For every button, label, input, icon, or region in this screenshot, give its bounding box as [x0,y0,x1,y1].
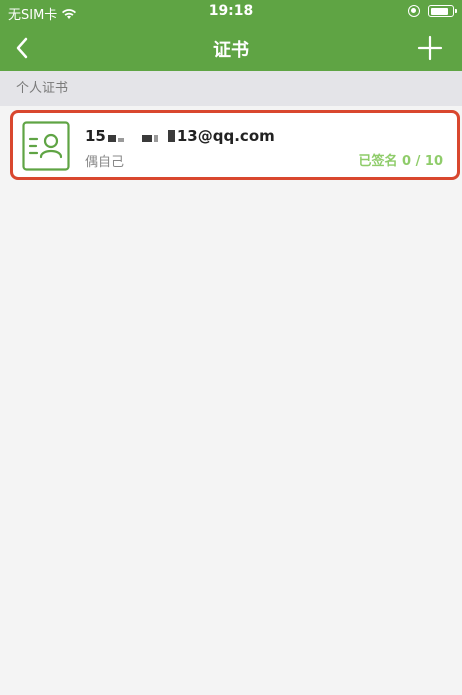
header: 无SIM卡 19:18 证书 [0,0,462,71]
status-time: 19:18 [208,3,254,19]
certificate-owner: 偶自己 [85,155,125,170]
orientation-lock-icon [408,5,420,17]
email-suffix: 13@qq.com [176,127,275,145]
status-bar: 无SIM卡 19:18 [0,0,462,26]
plus-icon [417,35,443,61]
email-redacted [107,130,175,142]
battery-icon [428,5,457,17]
section-header-personal: 个人证书 [0,71,462,106]
certificate-email: 15 13@qq.com [85,127,275,145]
nav-bar: 证书 [0,26,462,71]
status-right [408,5,457,17]
contact-card-icon [22,121,70,171]
certificate-list-item[interactable]: 15 13@qq.com 偶自己 已签名 0 / 10 [10,110,460,180]
add-certificate-button[interactable] [416,34,444,62]
email-prefix: 15 [85,127,106,145]
page-title: 证书 [213,40,249,61]
certificate-sign-status: 已签名 0 / 10 [358,154,443,169]
